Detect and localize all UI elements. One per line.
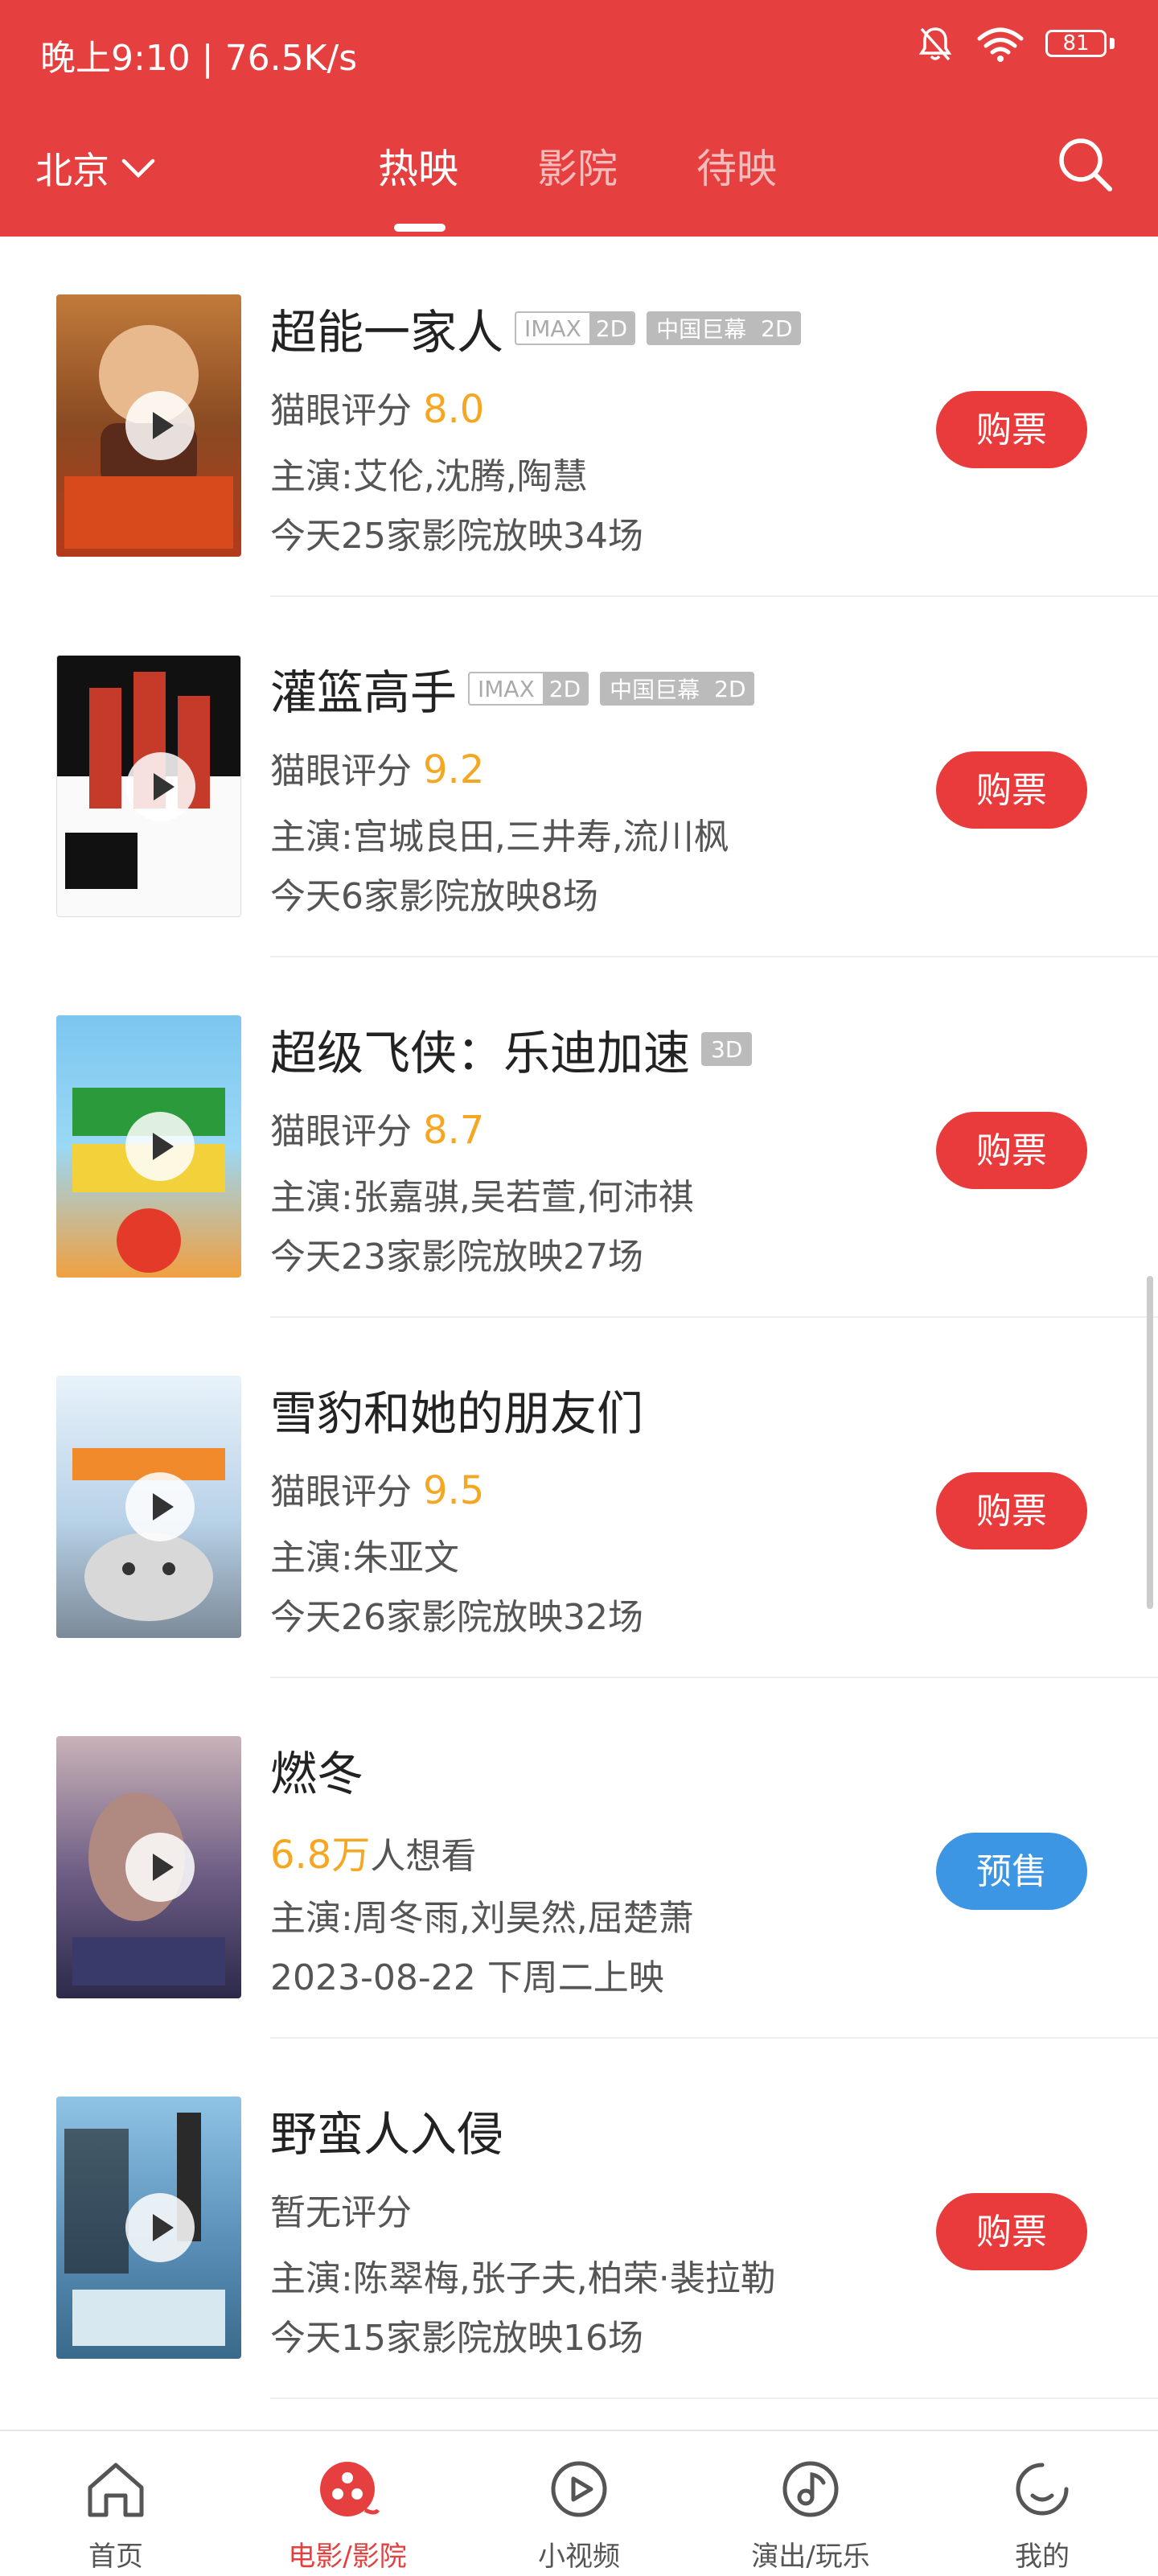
mute-bell-icon	[918, 27, 952, 61]
rating-line: 猫眼评分 8.0	[270, 381, 484, 433]
music-note-icon	[782, 2461, 839, 2517]
rating-score: 9.2	[423, 747, 485, 792]
movie-item[interactable]: 超能一家人 IMAX 2D 中国巨幕 2D 猫眼评分 8.0 主演:艾伦,沈腾,陶慧…	[0, 237, 1158, 597]
movie-title: 野蛮人入侵	[270, 2107, 504, 2162]
status-icons: 81	[915, 24, 1115, 64]
rating-line: 猫眼评分 9.2	[270, 742, 484, 793]
buy-ticket-button[interactable]: 购票	[936, 2193, 1087, 2270]
tab-now-showing[interactable]: 热映	[378, 137, 458, 195]
movie-item[interactable]: 雪豹和她的朋友们 猫眼评分 9.5 主演:朱亚文 今天26家影院放映32场 购票	[0, 1318, 1158, 1678]
active-tab-indicator	[394, 224, 446, 232]
play-circle-icon	[551, 2461, 607, 2517]
movie-title: 超能一家人	[270, 305, 504, 360]
nav-movies-cinemas[interactable]: 电影/影院	[232, 2431, 463, 2576]
movie-title: 超级飞侠：乐迪加速	[270, 1026, 691, 1080]
buy-ticket-button[interactable]: 购票	[936, 751, 1087, 829]
movie-actors: 主演:宫城良田,三井寿,流川枫	[270, 817, 729, 858]
nav-label: 我的	[1015, 2541, 1070, 2573]
battery-indicator: 81	[1045, 28, 1115, 60]
want-count: 6.8万	[270, 1833, 371, 1878]
scrollbar[interactable]	[1147, 1276, 1153, 1609]
nav-profile[interactable]: 我的	[926, 2431, 1158, 2576]
rating-label: 暂无评分	[270, 2192, 412, 2233]
rating-label: 猫眼评分	[270, 390, 412, 431]
nav-short-videos[interactable]: 小视频	[463, 2431, 695, 2576]
movie-actors: 主演:朱亚文	[270, 1537, 459, 1578]
movie-poster[interactable]	[56, 1736, 241, 1998]
play-icon[interactable]	[125, 2193, 195, 2262]
movie-showtimes: 今天15家影院放映16场	[270, 2318, 643, 2359]
want-to-see-line: 6.8万人想看	[270, 1823, 476, 1879]
rating-score: 9.5	[423, 1468, 485, 1513]
rating-score: 8.0	[423, 387, 485, 432]
movie-actors: 主演:张嘉骐,吴若萱,何沛祺	[270, 1177, 694, 1218]
play-icon[interactable]	[125, 391, 195, 460]
format-badge-giant-screen: 中国巨幕 2D	[600, 672, 754, 706]
tab-cinemas[interactable]: 影院	[537, 137, 618, 195]
play-icon[interactable]	[125, 1112, 195, 1181]
movie-showtimes: 今天26家影院放映32场	[270, 1597, 643, 1638]
format-badge-imax: IMAX 2D	[468, 672, 589, 706]
profile-icon	[1016, 2463, 1069, 2516]
bottom-nav: 首页 电影/影院 小视频 演出/玩乐 我的	[0, 2430, 1158, 2576]
movie-item[interactable]: 灌篮高手 IMAX 2D 中国巨幕 2D 猫眼评分 9.2 主演:宫城良田,三井寿,…	[0, 597, 1158, 957]
rating-label: 猫眼评分	[270, 751, 412, 792]
nav-shows-entertainment[interactable]: 演出/玩乐	[695, 2431, 926, 2576]
movie-actors: 主演:周冬雨,刘昊然,屈楚萧	[270, 1898, 694, 1939]
movie-poster[interactable]	[56, 1376, 241, 1638]
movie-showtimes: 今天25家影院放映34场	[270, 516, 643, 557]
movie-poster[interactable]	[56, 1015, 241, 1278]
home-icon	[88, 2463, 144, 2517]
nav-label: 电影/影院	[288, 2541, 407, 2573]
movie-poster[interactable]	[56, 2097, 241, 2359]
nav-label: 首页	[88, 2541, 143, 2573]
movie-poster[interactable]	[56, 655, 241, 917]
format-badge-giant-screen: 中国巨幕 2D	[647, 311, 801, 345]
rating-line: 暂无评分	[270, 2183, 412, 2235]
rating-line: 猫眼评分 9.5	[270, 1463, 484, 1514]
tab-coming-soon[interactable]: 待映	[696, 137, 777, 195]
header-tabs: 热映 影院 待映	[0, 137, 1158, 201]
wifi-icon	[977, 27, 1024, 62]
divider	[270, 2397, 1158, 2399]
presale-button[interactable]: 预售	[936, 1833, 1087, 1910]
rating-score: 8.7	[423, 1108, 485, 1153]
status-time: 晚上9:10 | 76.5K/s	[40, 38, 358, 79]
movie-item[interactable]: 燃冬 6.8万人想看 主演:周冬雨,刘昊然,屈楚萧 2023-08-22 下周二…	[0, 1678, 1158, 2039]
movie-actors: 主演:陈翠梅,张子夫,柏荣·裴拉勒	[270, 2258, 776, 2299]
play-icon[interactable]	[125, 1833, 195, 1902]
battery-level: 81	[1062, 31, 1090, 56]
movie-item[interactable]: 野蛮人入侵 暂无评分 主演:陈翠梅,张子夫,柏荣·裴拉勒 今天15家影院放映16…	[0, 2039, 1158, 2399]
rating-label: 猫眼评分	[270, 1111, 412, 1152]
movie-showtimes: 今天6家影院放映8场	[270, 876, 598, 917]
nav-home[interactable]: 首页	[0, 2431, 232, 2576]
want-label: 人想看	[370, 1836, 477, 1877]
buy-ticket-button[interactable]: 购票	[936, 391, 1087, 468]
play-icon[interactable]	[126, 752, 195, 821]
film-reel-icon	[320, 2462, 380, 2516]
search-icon[interactable]	[1053, 133, 1118, 197]
rating-line: 猫眼评分 8.7	[270, 1102, 484, 1154]
movie-title: 燃冬	[270, 1747, 364, 1801]
nav-label: 演出/玩乐	[751, 2541, 870, 2573]
play-icon[interactable]	[125, 1472, 195, 1541]
movie-title: 雪豹和她的朋友们	[270, 1386, 644, 1441]
app-header: 晚上9:10 | 76.5K/s 81 北京 热映 影院 待映	[0, 0, 1158, 237]
buy-ticket-button[interactable]: 购票	[936, 1112, 1087, 1189]
format-badge-3d: 3D	[701, 1032, 753, 1066]
movie-item[interactable]: 超级飞侠：乐迪加速 3D 猫眼评分 8.7 主演:张嘉骐,吴若萱,何沛祺 今天2…	[0, 957, 1158, 1318]
movie-actors: 主演:艾伦,沈腾,陶慧	[270, 456, 588, 497]
movie-poster[interactable]	[56, 294, 241, 557]
format-badge-imax: IMAX 2D	[515, 311, 636, 345]
movie-showtimes: 今天23家影院放映27场	[270, 1237, 643, 1278]
release-date: 2023-08-22 下周二上映	[270, 1957, 664, 1998]
nav-label: 小视频	[538, 2541, 620, 2573]
buy-ticket-button[interactable]: 购票	[936, 1472, 1087, 1549]
movie-title: 灌篮高手	[270, 665, 458, 720]
rating-label: 猫眼评分	[270, 1471, 412, 1512]
